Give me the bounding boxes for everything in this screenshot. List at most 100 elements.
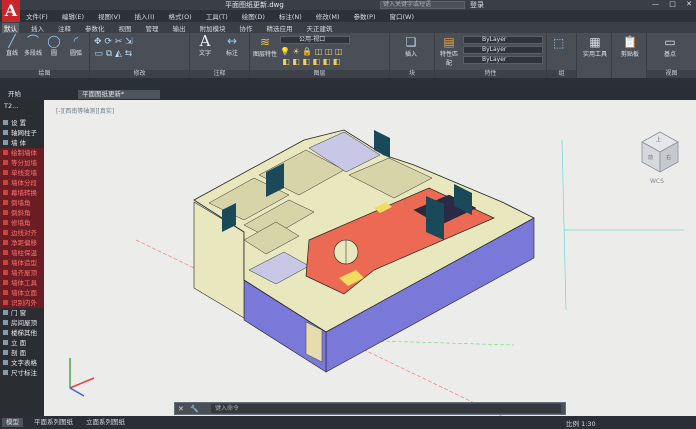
color-dropdown[interactable]: ByLayer: [463, 36, 543, 44]
palette-wall-tool[interactable]: 墙体造型: [0, 258, 44, 268]
palette-settings[interactable]: 设 置: [0, 118, 44, 128]
utilities-label: 实用工具: [582, 51, 607, 58]
palette-wall-tool[interactable]: 边线对齐: [0, 228, 44, 238]
menu-format[interactable]: 格式(O): [169, 11, 192, 21]
tab-manage[interactable]: 管理: [144, 23, 161, 33]
customize-icon[interactable]: 🔧: [190, 405, 199, 413]
utilities-group: ▦ 实用工具: [577, 33, 612, 78]
viewcube-front-face[interactable]: 前: [648, 154, 653, 161]
viewcube-right-face[interactable]: 右: [666, 154, 671, 161]
tab-featured-apps[interactable]: 精选应用: [265, 23, 295, 33]
menu-insert[interactable]: 插入(I): [135, 11, 155, 21]
palette-wall-tool[interactable]: 单线变墙: [0, 168, 44, 178]
palette-doors-windows[interactable]: 门 窗: [0, 308, 44, 318]
base-point-tool[interactable]: ▭ 基点: [655, 36, 685, 59]
document-tabs: 开始 平面图纸更新*: [0, 89, 696, 100]
palette-text-tables[interactable]: 文字表格: [0, 358, 44, 368]
menu-window[interactable]: 窗口(W): [389, 11, 414, 21]
polyline-tool[interactable]: ⌒ 多段线: [22, 35, 44, 58]
tab-tangent[interactable]: 天正建筑: [305, 23, 335, 33]
menu-modify[interactable]: 修改(M): [316, 11, 340, 21]
match-properties-tool[interactable]: ▤ 特性匹配: [438, 35, 460, 68]
close-command-icon[interactable]: ✕: [178, 405, 184, 413]
palette-axis-columns[interactable]: 轴网柱子: [0, 128, 44, 138]
tab-layout-elevations[interactable]: 立面系列图纸: [82, 418, 129, 427]
menu-file[interactable]: 文件(F): [26, 11, 48, 21]
tab-collaborate[interactable]: 协作: [238, 23, 255, 33]
palette-dimensions[interactable]: 尺寸标注: [0, 368, 44, 378]
arc-tool[interactable]: ◜ 圆弧: [66, 35, 86, 58]
palette-wall-tool[interactable]: 墙体分段: [0, 178, 44, 188]
view-group-label: 视图: [647, 70, 696, 78]
menu-view[interactable]: 视图(V): [98, 11, 121, 21]
layer-properties-tool[interactable]: ≋ 图层特性: [253, 36, 277, 59]
palette-wall-tool[interactable]: 墙柱保温: [0, 248, 44, 258]
palette-wall-tool[interactable]: 墙体立面: [0, 288, 44, 298]
match-properties-icon: ▤: [443, 35, 455, 49]
palette-wall-tool[interactable]: 墙体工具: [0, 278, 44, 288]
palette-wall-tool[interactable]: 倒斜角: [0, 208, 44, 218]
tab-start[interactable]: 开始: [4, 90, 25, 99]
clipboard-tool[interactable]: 📋 剪贴板: [616, 36, 644, 59]
insert-block-tool[interactable]: ❏ 插入: [396, 36, 426, 59]
annotation-scale[interactable]: 比例 1:30: [566, 418, 596, 428]
palette-elevation[interactable]: 立 面: [0, 338, 44, 348]
search-input[interactable]: 键入关键字或短语: [380, 1, 465, 9]
menu-dimension[interactable]: 标注(N): [279, 11, 302, 21]
tab-model[interactable]: 模型: [2, 418, 23, 427]
utilities-tool[interactable]: ▦ 实用工具: [581, 36, 609, 59]
dimension-tool[interactable]: ↔ 标注: [220, 35, 244, 58]
palette-wall-tool[interactable]: 识别内外: [0, 298, 44, 308]
close-button[interactable]: ✕: [686, 0, 692, 8]
tab-output[interactable]: 输出: [171, 23, 188, 33]
palette-wall-tool[interactable]: 净距偏移: [0, 238, 44, 248]
palette-header[interactable]: T2...: [0, 100, 44, 118]
menu-tools[interactable]: 工具(T): [206, 11, 228, 21]
minimize-button[interactable]: —: [652, 0, 659, 8]
tab-parametric[interactable]: 参数化: [83, 23, 107, 33]
menu-edit[interactable]: 编辑(E): [62, 11, 84, 21]
command-line-icons: ✕ 🔧: [178, 405, 199, 413]
palette-wall-tool[interactable]: 绘制墙体: [0, 148, 44, 158]
palette-wall-tool[interactable]: 倒墙角: [0, 198, 44, 208]
layer-dropdown[interactable]: 公用-视口: [280, 36, 350, 44]
command-input[interactable]: 键入命令: [211, 404, 561, 413]
tab-insert[interactable]: 插入: [29, 23, 46, 33]
draw-group-label: 绘图: [0, 70, 89, 78]
wcs-label[interactable]: WCS: [650, 178, 664, 185]
menu-draw[interactable]: 绘图(D): [242, 11, 265, 21]
palette-wall-tool[interactable]: 墙齐屋顶: [0, 268, 44, 278]
palette-wall-tool[interactable]: 幕墙转换: [0, 188, 44, 198]
tab-addins[interactable]: 附加模块: [198, 23, 228, 33]
sign-in-button[interactable]: 登录: [470, 0, 484, 10]
maximize-button[interactable]: □: [669, 0, 676, 8]
line-tool[interactable]: ╱ 直线: [2, 35, 22, 58]
drawing-viewport[interactable]: [-][西南等轴测][真实] 上 前 右 WCS: [44, 100, 696, 416]
tab-view[interactable]: 视图: [117, 23, 134, 33]
title-bar: A 平面图纸更新.dwg 键入关键字或短语 登录 — □ ✕: [0, 0, 696, 22]
palette-walls[interactable]: 墙 体: [0, 138, 44, 148]
arc-label: 圆弧: [69, 50, 82, 57]
palette-rooms-roofs[interactable]: 房间屋顶: [0, 318, 44, 328]
viewcube-top-face[interactable]: 上: [656, 136, 661, 143]
group-tool[interactable]: ⬚: [553, 37, 564, 50]
modify-icons[interactable]: ✥ ⟳ ✂ ⇲ ▭ ⧉ ◭ ⇆: [94, 36, 133, 60]
autocad-app-icon[interactable]: A: [2, 0, 20, 22]
tab-annotate[interactable]: 注释: [56, 23, 73, 33]
menu-parametric[interactable]: 参数(P): [353, 11, 375, 21]
palette-wall-tool[interactable]: 等分加墙: [0, 158, 44, 168]
tab-current-drawing[interactable]: 平面图纸更新*: [78, 90, 160, 99]
block-group-label: 块: [390, 70, 434, 78]
linetype-dropdown[interactable]: ByLayer: [463, 46, 543, 54]
palette-section[interactable]: 剖 面: [0, 348, 44, 358]
palette-wall-tool[interactable]: 修墙角: [0, 218, 44, 228]
viewcube[interactable]: 上 前 右: [640, 130, 680, 176]
text-tool[interactable]: A 文字: [193, 34, 217, 58]
circle-tool[interactable]: ◯ 圆: [44, 35, 64, 58]
layer-tool-icons[interactable]: 💡 ☀ 🔒 ◫ ◫ ◫ ◧ ◧ ◧ ◧ ◧ ◧: [280, 47, 342, 67]
palette-stairs-other[interactable]: 楼梯其他: [0, 328, 44, 338]
tab-default[interactable]: 默认: [2, 22, 19, 33]
lineweight-dropdown[interactable]: ByLayer: [463, 56, 543, 64]
isometric-house-model: [69, 129, 684, 416]
tab-layout-plans[interactable]: 平面系列图纸: [30, 418, 77, 427]
